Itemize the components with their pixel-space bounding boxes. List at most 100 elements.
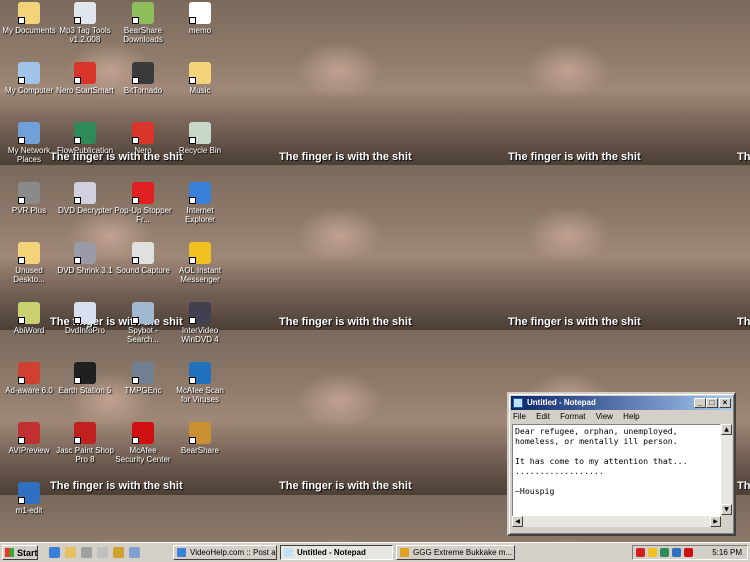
- popup-stopper-icon: [132, 182, 154, 204]
- desktop-icon[interactable]: My Computer: [0, 62, 58, 95]
- desktop-icon-label: Mp3 Tag Tools v1.2.008: [59, 26, 111, 44]
- show-desktop-icon[interactable]: [81, 547, 92, 558]
- outlook-express-icon[interactable]: [65, 547, 76, 558]
- clock[interactable]: 5:16 PM: [712, 546, 742, 559]
- my-documents-icon: [18, 2, 40, 24]
- tray-icon[interactable]: [660, 548, 669, 557]
- scroll-right-icon[interactable]: ▶: [710, 516, 721, 527]
- desktop-icon[interactable]: BearShare: [171, 422, 229, 455]
- desktop-icon[interactable]: Nero: [114, 122, 172, 155]
- desktop-icon[interactable]: FlowPublication: [56, 122, 114, 155]
- desktop-icon[interactable]: BearShare Downloads: [114, 2, 172, 44]
- desktop-icon[interactable]: PVR Plus: [0, 182, 58, 215]
- mcafee-scan-icon: [189, 362, 211, 384]
- desktop-icon[interactable]: InterVideo WinDVD 4: [171, 302, 229, 344]
- tray-icon[interactable]: [636, 548, 645, 557]
- quick-launch-icon[interactable]: [129, 547, 140, 558]
- wallpaper-caption: The finger is with the shit: [508, 151, 641, 163]
- desktop-icon-label: McAfee Scan for Viruses: [176, 386, 224, 404]
- recycle-bin-icon: [189, 122, 211, 144]
- ad-aware-icon: [18, 362, 40, 384]
- desktop-icon[interactable]: Mp3 Tag Tools v1.2.008: [56, 2, 114, 44]
- desktop-icon[interactable]: AVIPreview: [0, 422, 58, 455]
- desktop-icon[interactable]: AOL Instant Messenger: [171, 242, 229, 284]
- nero-icon: [132, 122, 154, 144]
- taskbar-button[interactable]: VideoHelp.com :: Post a r...: [173, 545, 277, 560]
- menu-help[interactable]: Help: [623, 412, 639, 421]
- taskbar-button[interactable]: GGG Extreme Bukkake m...: [396, 545, 515, 560]
- windows-logo-icon: [5, 548, 14, 557]
- desktop-icon-label: memo: [188, 26, 212, 35]
- desktop-icon-label: BitTornado: [123, 86, 163, 95]
- scroll-down-icon[interactable]: ▼: [721, 504, 732, 515]
- desktop-icon[interactable]: Earth Station 5: [56, 362, 114, 395]
- dvdinfopro-icon: [74, 302, 96, 324]
- tray-icon[interactable]: [684, 548, 693, 557]
- wallpaper-caption: The finger is with the shit: [508, 316, 641, 328]
- desktop-icon[interactable]: DVD Shrink 3.1: [56, 242, 114, 275]
- desktop-icon[interactable]: AbiWord: [0, 302, 58, 335]
- desktop-icon-label: Nero: [134, 146, 152, 155]
- pvr-plus-icon: [18, 182, 40, 204]
- tray-icon[interactable]: [648, 548, 657, 557]
- desktop-icon[interactable]: McAfee Scan for Viruses: [171, 362, 229, 404]
- desktop-icon[interactable]: My Network Places: [0, 122, 58, 164]
- desktop-icon[interactable]: Internet Explorer: [171, 182, 229, 224]
- wallpaper-caption: The finger is with the shit: [737, 151, 750, 163]
- vertical-scrollbar[interactable]: ▲ ▼: [721, 424, 732, 515]
- desktop-icon[interactable]: Jasc Paint Shop Pro 8: [56, 422, 114, 464]
- scroll-left-icon[interactable]: ◀: [512, 516, 523, 527]
- desktop-icon[interactable]: Sound Capture: [114, 242, 172, 275]
- scroll-up-icon[interactable]: ▲: [721, 424, 732, 435]
- menu-edit[interactable]: Edit: [536, 412, 550, 421]
- flowpublication-icon: [74, 122, 96, 144]
- menu-view[interactable]: View: [596, 412, 613, 421]
- desktop-icon[interactable]: Nero StartSmart: [56, 62, 114, 95]
- aol-instant-messenger-icon: [189, 242, 211, 264]
- desktop-icon-label: Pop-Up Stopper Fr...: [114, 206, 172, 224]
- desktop-icon[interactable]: DVD Decrypter: [56, 182, 114, 215]
- notepad-text-area[interactable]: Dear refugee, orphan, unemployed, homele…: [512, 424, 721, 527]
- desktop-icon[interactable]: m1-edit: [0, 482, 58, 515]
- desktop-icon[interactable]: Ad-aware 6.0: [0, 362, 58, 395]
- notepad-title-bar[interactable]: Untitled - Notepad _ □ ×: [511, 396, 732, 410]
- menu-format[interactable]: Format: [560, 412, 585, 421]
- desktop-icon-label: Spybot - Search...: [126, 326, 159, 344]
- desktop-icon-label: My Network Places: [7, 146, 51, 164]
- maximize-icon[interactable]: □: [706, 398, 718, 408]
- desktop-icon[interactable]: McAfee Security Center: [114, 422, 172, 464]
- desktop-icon[interactable]: BitTornado: [114, 62, 172, 95]
- desktop-icon-label: BearShare: [180, 446, 220, 455]
- desktop-icon-label: BearShare Downloads: [123, 26, 163, 44]
- desktop-icon[interactable]: TMPGEnc: [114, 362, 172, 395]
- desktop-icon[interactable]: Unused Deskto...: [0, 242, 58, 284]
- desktop-icon[interactable]: Spybot - Search...: [114, 302, 172, 344]
- desktop-icon[interactable]: Recycle Bin: [171, 122, 229, 155]
- sound-capture-icon: [132, 242, 154, 264]
- earth-station-icon: [74, 362, 96, 384]
- minimize-icon[interactable]: _: [694, 398, 706, 408]
- tray-icon[interactable]: [672, 548, 681, 557]
- desktop-icon-label: m1-edit: [15, 506, 43, 515]
- bearshare-downloads-icon: [132, 2, 154, 24]
- desktop-icon[interactable]: DvdInfoPro: [56, 302, 114, 335]
- desktop-icon-label: Recycle Bin: [178, 146, 222, 155]
- desktop-icon[interactable]: My Documents: [0, 2, 58, 35]
- internet-explorer-icon[interactable]: [49, 547, 60, 558]
- spybot-icon: [132, 302, 154, 324]
- desktop[interactable]: The finger is with the shit The finger is…: [0, 0, 750, 542]
- desktop-icon[interactable]: memo: [171, 2, 229, 35]
- close-icon[interactable]: ×: [719, 398, 731, 408]
- menu-file[interactable]: File: [513, 412, 526, 421]
- quick-launch-icon[interactable]: [97, 547, 108, 558]
- desktop-icon[interactable]: Pop-Up Stopper Fr...: [114, 182, 172, 224]
- desktop-icon[interactable]: Music: [171, 62, 229, 95]
- horizontal-scrollbar[interactable]: ◀ ▶: [512, 516, 721, 527]
- network-places-icon: [18, 122, 40, 144]
- desktop-icon-label: AVIPreview: [8, 446, 50, 455]
- quick-launch-icon[interactable]: [113, 547, 124, 558]
- start-button[interactable]: Start: [2, 545, 38, 560]
- notepad-window[interactable]: Untitled - Notepad _ □ × File Edit Forma…: [507, 392, 736, 536]
- window-icon: [284, 548, 293, 557]
- taskbar-button[interactable]: Untitled - Notepad: [280, 545, 393, 560]
